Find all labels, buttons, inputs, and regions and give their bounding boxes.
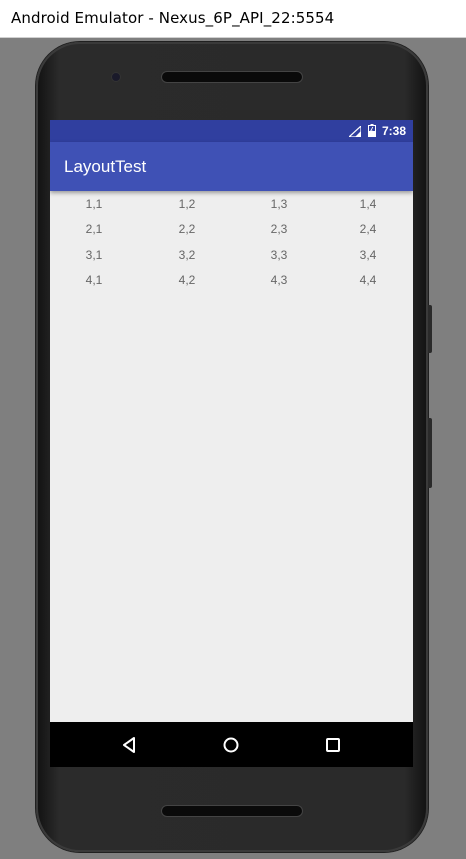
- signal-icon: [349, 126, 361, 137]
- table-cell: 4,1: [85, 272, 103, 287]
- app-bar: LayoutTest: [50, 142, 413, 191]
- table-cell: 3,2: [178, 247, 196, 262]
- table-row: 1,1 1,2 1,3 1,4: [50, 195, 413, 220]
- table-cell: 3,4: [359, 247, 377, 262]
- status-time: 7:38: [381, 124, 406, 138]
- app-title: LayoutTest: [64, 157, 147, 176]
- table-cell: 3,3: [270, 247, 288, 262]
- table-row: 3,1 3,2 3,3 3,4: [50, 246, 413, 271]
- back-icon[interactable]: [119, 734, 141, 756]
- table-cell: 1,3: [270, 197, 288, 211]
- front-camera: [111, 72, 121, 82]
- table-cell: 3,1: [85, 247, 103, 262]
- table-layout: 1,1 1,2 1,3 1,4 2,1 2,2 2,3 2,4 3,1 3,2 …: [50, 195, 413, 296]
- table-cell: 1,1: [85, 197, 103, 211]
- volume-button[interactable]: [428, 418, 432, 488]
- table-row: 4,1 4,2 4,3 4,4: [50, 271, 413, 296]
- table-cell: 2,2: [178, 222, 196, 237]
- recents-icon[interactable]: [322, 734, 344, 756]
- table-cell: 1,4: [359, 197, 377, 211]
- table-cell: 4,4: [359, 272, 377, 287]
- table-cell: 2,3: [270, 222, 288, 237]
- navigation-bar: [50, 722, 413, 767]
- bottom-speaker: [161, 805, 303, 817]
- table-cell: 4,3: [270, 272, 288, 287]
- table-cell: 2,1: [85, 222, 103, 237]
- status-bar: 7:38: [50, 120, 413, 142]
- device-screen: 7:38 LayoutTest 1,1 1,2 1,3 1,4 2,1 2,2 …: [50, 120, 413, 767]
- window-title: Android Emulator - Nexus_6P_API_22:5554: [11, 9, 335, 27]
- top-speaker: [161, 71, 303, 83]
- home-icon[interactable]: [220, 734, 242, 756]
- table-cell: 1,2: [178, 197, 196, 211]
- table-cell: 2,4: [359, 222, 377, 237]
- emulator-title-bar: Android Emulator - Nexus_6P_API_22:5554: [0, 0, 466, 38]
- battery-icon: [368, 124, 376, 137]
- table-cell: 4,2: [178, 272, 196, 287]
- table-row: 2,1 2,2 2,3 2,4: [50, 220, 413, 245]
- power-button[interactable]: [428, 305, 432, 353]
